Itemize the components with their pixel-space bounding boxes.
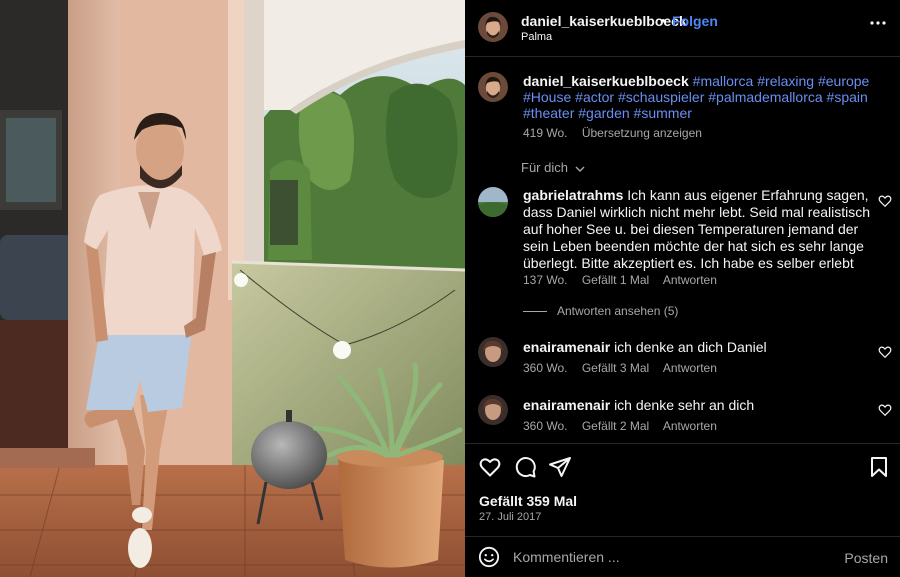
header-separator: • [661,13,666,28]
comment-like-heart-icon[interactable] [878,345,892,359]
comment-avatar[interactable] [478,337,508,367]
comment-item: enairamenair ich denke sehr an dich [523,397,873,414]
avatar-image [478,12,508,42]
comment-composer: Posten [465,537,900,577]
avatar[interactable] [478,12,508,42]
hashtag-link[interactable]: #palmademallorca [708,89,822,105]
translate-link[interactable]: Übersetzung anzeigen [582,126,702,140]
chevron-down-icon [575,166,585,172]
caption-meta: 419 Wo. Übersetzung anzeigen [523,126,713,140]
post-date: 27. Juli 2017 [479,511,542,523]
hashtag-link[interactable]: #mallorca [693,73,754,89]
post-header: daniel_kaiserkueblboeck • Folgen Palma [465,0,900,56]
post-detail-panel: daniel_kaiserkueblboeck • Folgen Palma d… [465,0,900,577]
comment-likes[interactable]: Gefällt 1 Mal [582,273,649,287]
comment-meta: 137 Wo. Gefällt 1 Mal Antworten [523,273,728,287]
caption-username[interactable]: daniel_kaiserkueblboeck [523,73,689,89]
comment-like-heart-icon[interactable] [878,194,892,208]
comment-avatar[interactable] [478,395,508,425]
comment-avatar-image [478,337,508,367]
more-horizontal-icon[interactable] [869,14,887,32]
hashtag-link[interactable]: #spain [827,89,868,105]
replies-line [523,311,547,313]
hashtag-link[interactable]: #actor [575,89,614,105]
caption-avatar[interactable] [478,72,508,102]
comment-avatar-image [478,395,508,425]
comment-likes[interactable]: Gefällt 2 Mal [582,419,649,433]
comment-username[interactable]: enairamenair [523,397,610,413]
comment-avatar[interactable] [478,187,508,217]
comment-avatar-image [478,187,508,217]
for-you-label: Für dich [521,160,568,175]
post-comment-button[interactable]: Posten [844,550,888,566]
follow-button[interactable]: Folgen [672,13,718,29]
header-divider [465,56,900,57]
comment-item: enairamenair ich denke an dich Daniel [523,339,873,356]
post-location[interactable]: Palma [521,31,552,43]
comment-age: 360 Wo. [523,361,568,375]
view-replies-label: Antworten ansehen (5) [557,304,679,318]
view-replies-button[interactable]: Antworten ansehen (5) [523,304,678,318]
like-count[interactable]: Gefällt 359 Mal [479,493,577,509]
comment-text: ich denke an dich Daniel [614,339,767,355]
hashtag-link[interactable]: #relaxing [757,73,814,89]
post-actions [465,444,900,492]
comment-reply-button[interactable]: Antworten [663,419,717,433]
comment-likes[interactable]: Gefällt 3 Mal [582,361,649,375]
comment-item: gabrielatrahms Ich kann aus eigener Erfa… [523,187,873,272]
share-send-icon[interactable] [548,455,572,479]
comment-input[interactable] [513,545,813,569]
comment-username[interactable]: gabrielatrahms [523,187,623,203]
comment-reply-button[interactable]: Antworten [663,361,717,375]
bookmark-icon[interactable] [867,455,891,479]
post-photo[interactable] [0,0,465,577]
hashtag-link[interactable]: #summer [634,105,692,121]
comment-text: ich denke sehr an dich [614,397,755,413]
hashtag-link[interactable]: #schauspieler [618,89,704,105]
comment-bubble-icon[interactable] [513,455,537,479]
comment-meta: 360 Wo. Gefällt 2 Mal Antworten [523,419,728,433]
hashtag-link[interactable]: #theater [523,105,574,121]
hashtag-link[interactable]: #europe [818,73,869,89]
caption-age: 419 Wo. [523,126,568,140]
post-caption: daniel_kaiserkueblboeck #mallorca #relax… [523,73,883,121]
comment-like-heart-icon[interactable] [878,403,892,417]
caption-avatar-image [478,72,508,102]
hashtag-link[interactable]: #House [523,89,571,105]
photo-illustration [0,0,465,577]
like-heart-icon[interactable] [478,455,502,479]
hashtag-link[interactable]: #garden [578,105,629,121]
comment-age: 360 Wo. [523,419,568,433]
comment-username[interactable]: enairamenair [523,339,610,355]
comment-age: 137 Wo. [523,273,568,287]
emoji-icon[interactable] [478,546,500,568]
comment-reply-button[interactable]: Antworten [663,273,717,287]
for-you-filter[interactable]: Für dich [521,160,586,175]
comment-meta: 360 Wo. Gefällt 3 Mal Antworten [523,361,728,375]
